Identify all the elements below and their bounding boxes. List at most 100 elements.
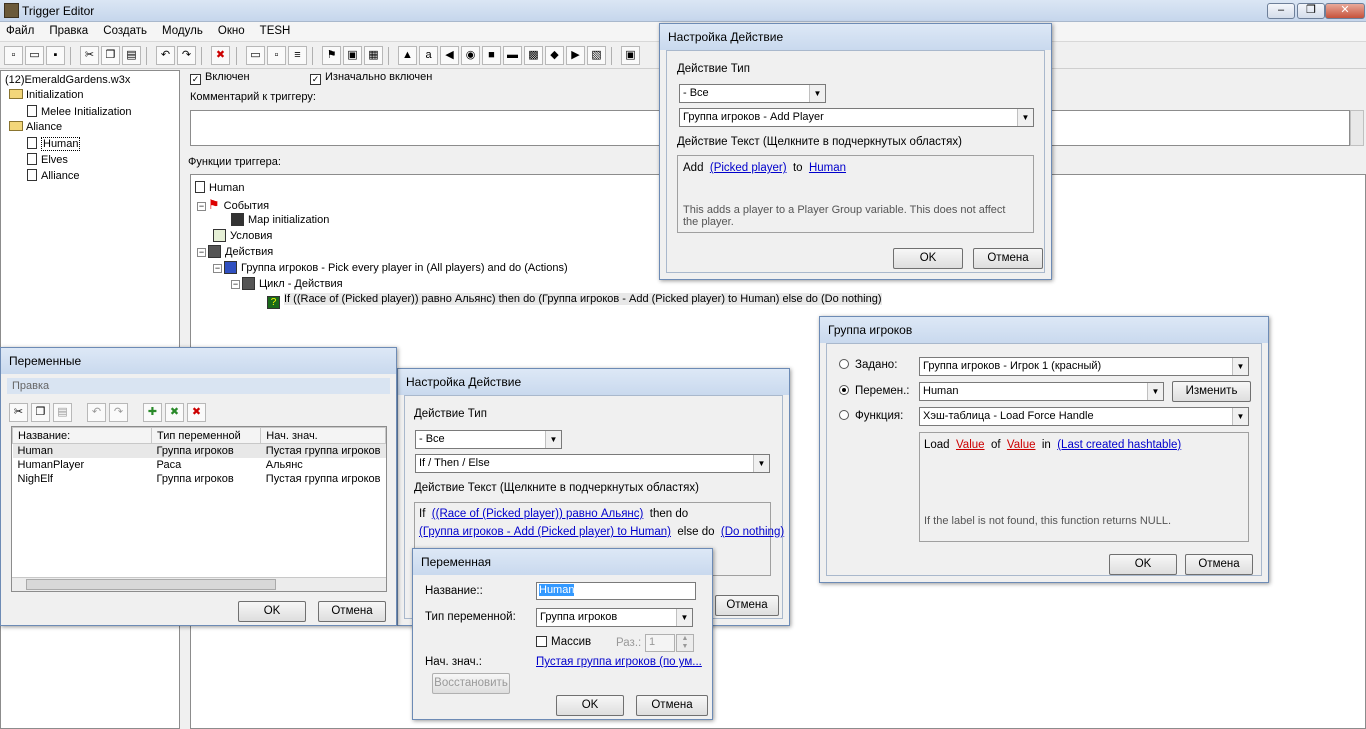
param-human-link[interactable]: Human — [809, 162, 846, 174]
new-event-icon[interactable]: ⚑ — [322, 46, 341, 65]
tree-item-melee-initialization[interactable]: Melee Initialization — [27, 105, 132, 118]
param-then-link[interactable]: (Группа игроков - Add (Picked player) to… — [419, 526, 671, 538]
save-icon[interactable]: ▪ — [46, 46, 65, 65]
undo-icon[interactable]: ↶ — [87, 403, 106, 422]
action-select[interactable]: If / Then / Else ▼ — [415, 454, 770, 473]
variable-select[interactable]: Human ▼ — [919, 382, 1164, 401]
terrain-editor-icon[interactable]: ▲ — [398, 46, 417, 65]
script-icon[interactable]: ▧ — [587, 46, 606, 65]
undo-icon[interactable]: ↶ — [156, 46, 175, 65]
scrollbar-thumb[interactable] — [26, 579, 276, 590]
function-select[interactable]: Хэш-таблица - Load Force Handle ▼ — [919, 407, 1249, 426]
delete-icon[interactable]: ✖ — [211, 46, 230, 65]
enabled-checkbox[interactable]: ✓ Включен — [190, 71, 250, 85]
size-field[interactable]: 1 — [645, 634, 675, 652]
cancel-button[interactable]: Отмена — [715, 595, 779, 616]
copy-icon[interactable]: ❐ — [101, 46, 120, 65]
new-comment-icon[interactable]: ≡ — [288, 46, 307, 65]
comment-scrollbar[interactable] — [1350, 110, 1364, 146]
func-if-then-else[interactable]: ? If ((Race of (Picked player)) равно Аль… — [267, 293, 882, 309]
import-manager-icon[interactable]: ◉ — [461, 46, 480, 65]
tree-item-alliance[interactable]: Alliance — [27, 169, 80, 182]
ok-button[interactable]: OK — [556, 695, 624, 716]
new-variable-icon[interactable]: ✚ — [143, 403, 162, 422]
ok-button[interactable]: OK — [238, 601, 306, 622]
cancel-button[interactable]: Отмена — [973, 248, 1043, 269]
close-button[interactable]: ✕ — [1325, 3, 1365, 19]
col-type[interactable]: Тип переменной — [150, 427, 262, 444]
tree-item-elves[interactable]: Elves — [27, 153, 68, 166]
cancel-button[interactable]: Отмена — [636, 695, 708, 716]
func-events[interactable]: − ⚑ События — [197, 197, 269, 213]
new-condition-icon[interactable]: ▣ — [343, 46, 362, 65]
ok-button[interactable]: OK — [893, 248, 963, 269]
param-condition-link[interactable]: ((Race of (Picked player)) равно Альянс) — [432, 508, 644, 520]
new-action-icon[interactable]: ▦ — [364, 46, 383, 65]
menu-window[interactable]: Окно — [212, 22, 251, 40]
redo-icon[interactable]: ↷ — [109, 403, 128, 422]
func-loop-actions[interactable]: − Цикл - Действия — [231, 277, 343, 290]
cancel-button[interactable]: Отмена — [318, 601, 386, 622]
table-row[interactable]: HumanPlayer Раса Альянс — [13, 458, 386, 472]
param-value-link-1[interactable]: Value — [956, 439, 985, 451]
paste-icon[interactable]: ▤ — [122, 46, 141, 65]
type-select[interactable]: Группа игроков ▼ — [536, 608, 693, 627]
restore-button[interactable]: Восстановить — [432, 673, 510, 694]
minimize-button[interactable]: – — [1267, 3, 1295, 19]
collapse-icon[interactable]: − — [213, 264, 222, 273]
name-field[interactable]: Human — [536, 582, 696, 600]
variable-radio[interactable]: Перемен.: — [839, 385, 910, 397]
col-name[interactable]: Название: — [12, 427, 152, 444]
cut-icon[interactable]: ✂ — [9, 403, 28, 422]
collapse-icon[interactable]: − — [231, 280, 240, 289]
collapse-icon[interactable]: − — [197, 248, 206, 257]
ok-button[interactable]: OK — [1109, 554, 1177, 575]
campaign-editor-icon[interactable]: ◆ — [545, 46, 564, 65]
preset-select[interactable]: Группа игроков - Игрок 1 (красный) ▼ — [919, 357, 1249, 376]
remove-unused-icon[interactable]: ✖ — [165, 403, 184, 422]
object-manager-icon[interactable]: ▩ — [524, 46, 543, 65]
menu-file[interactable]: Файл — [0, 22, 40, 40]
collapse-icon[interactable]: − — [197, 202, 206, 211]
new-trigger-icon[interactable]: ▫ — [267, 46, 286, 65]
open-icon[interactable]: ▭ — [25, 46, 44, 65]
action-select[interactable]: Группа игроков - Add Player ▼ — [679, 108, 1034, 127]
action-category-select[interactable]: - Все ▼ — [679, 84, 826, 103]
unit-editor-icon[interactable]: ▬ — [503, 46, 522, 65]
new-category-icon[interactable]: ▭ — [246, 46, 265, 65]
copy-icon[interactable]: ❐ — [31, 403, 50, 422]
edit-variable-button[interactable]: Изменить — [1172, 381, 1251, 402]
menu-module[interactable]: Модуль — [156, 22, 209, 40]
variables-menu-edit[interactable]: Правка — [7, 378, 390, 394]
table-row[interactable]: NighElf Группа игроков Пустая группа игр… — [13, 472, 386, 486]
col-initial[interactable]: Нач. знач. — [260, 427, 386, 444]
param-else-link[interactable]: (Do nothing) — [721, 526, 784, 538]
tree-root[interactable]: (12)EmeraldGardens.w3x — [5, 73, 130, 86]
tree-item-human[interactable]: Human — [27, 137, 81, 151]
ai-editor-icon[interactable]: ■ — [482, 46, 501, 65]
table-row[interactable]: Human Группа игроков Пустая группа игрок… — [12, 443, 386, 458]
sound-editor-icon[interactable]: ◀ — [440, 46, 459, 65]
new-icon[interactable]: ▫ — [4, 46, 23, 65]
func-actions[interactable]: − Действия — [197, 245, 273, 258]
horizontal-scrollbar[interactable] — [12, 577, 386, 591]
run-map-icon[interactable]: ▣ — [621, 46, 640, 65]
preset-radio[interactable]: Задано: — [839, 359, 897, 371]
func-event-map-init[interactable]: Map initialization — [231, 213, 329, 226]
paste-icon[interactable]: ▤ — [53, 403, 72, 422]
delete-variable-icon[interactable]: ✖ — [187, 403, 206, 422]
param-value-link-2[interactable]: Value — [1007, 439, 1036, 451]
object-editor-icon[interactable]: a — [419, 46, 438, 65]
test-map-icon[interactable]: ▶ — [566, 46, 585, 65]
func-conditions[interactable]: Условия — [213, 229, 272, 242]
size-stepper[interactable]: ▲ ▼ — [676, 634, 694, 652]
menu-create[interactable]: Создать — [97, 22, 153, 40]
cancel-button[interactable]: Отмена — [1185, 554, 1253, 575]
func-action-pick-every-player[interactable]: − Группа игроков - Pick every player in (… — [213, 261, 568, 274]
tree-item-aliance[interactable]: Aliance — [9, 121, 62, 133]
array-checkbox[interactable]: Массив — [536, 636, 591, 648]
param-picked-player-link[interactable]: (Picked player) — [710, 162, 787, 174]
func-root[interactable]: Human — [195, 181, 244, 194]
maximize-button[interactable]: ❐ — [1297, 3, 1325, 19]
menu-edit[interactable]: Правка — [43, 22, 94, 40]
